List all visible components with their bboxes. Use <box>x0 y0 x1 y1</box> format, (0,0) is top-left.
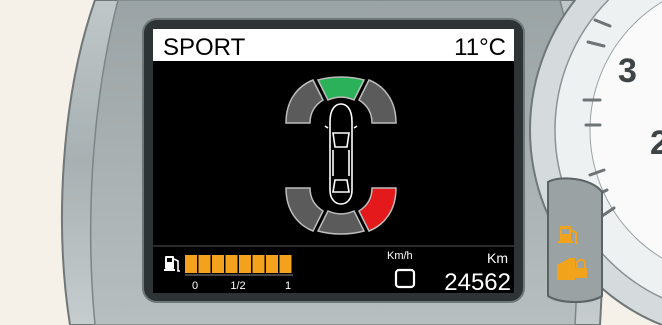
warning-lights-pod <box>547 177 603 303</box>
speed-unit-label: Km/h <box>387 250 413 262</box>
outside-temperature: 11°C <box>454 34 506 61</box>
fuel-scale-empty: 0 <box>192 280 198 292</box>
fuel-bar-segment <box>185 255 197 273</box>
fuel-bar-segment <box>279 255 292 273</box>
fuel-bar-segment <box>225 255 238 273</box>
odometer-unit-label: Km <box>487 250 508 266</box>
tachometer-number-2: 2 <box>650 124 662 162</box>
fuel-bar-segment <box>252 255 265 273</box>
fuel-bar-segment <box>212 255 224 273</box>
odometer-value: 24562 <box>444 269 511 296</box>
tachometer-number-3: 3 <box>618 52 637 90</box>
fuel-bar-segment <box>198 255 211 273</box>
fuel-scale-full: 1 <box>285 280 291 292</box>
drive-mode-label: SPORT <box>163 34 246 61</box>
fuel-bar-segment <box>266 255 278 273</box>
fuel-bar-segment <box>239 255 251 273</box>
fuel-scale-half: 1/2 <box>230 280 245 292</box>
